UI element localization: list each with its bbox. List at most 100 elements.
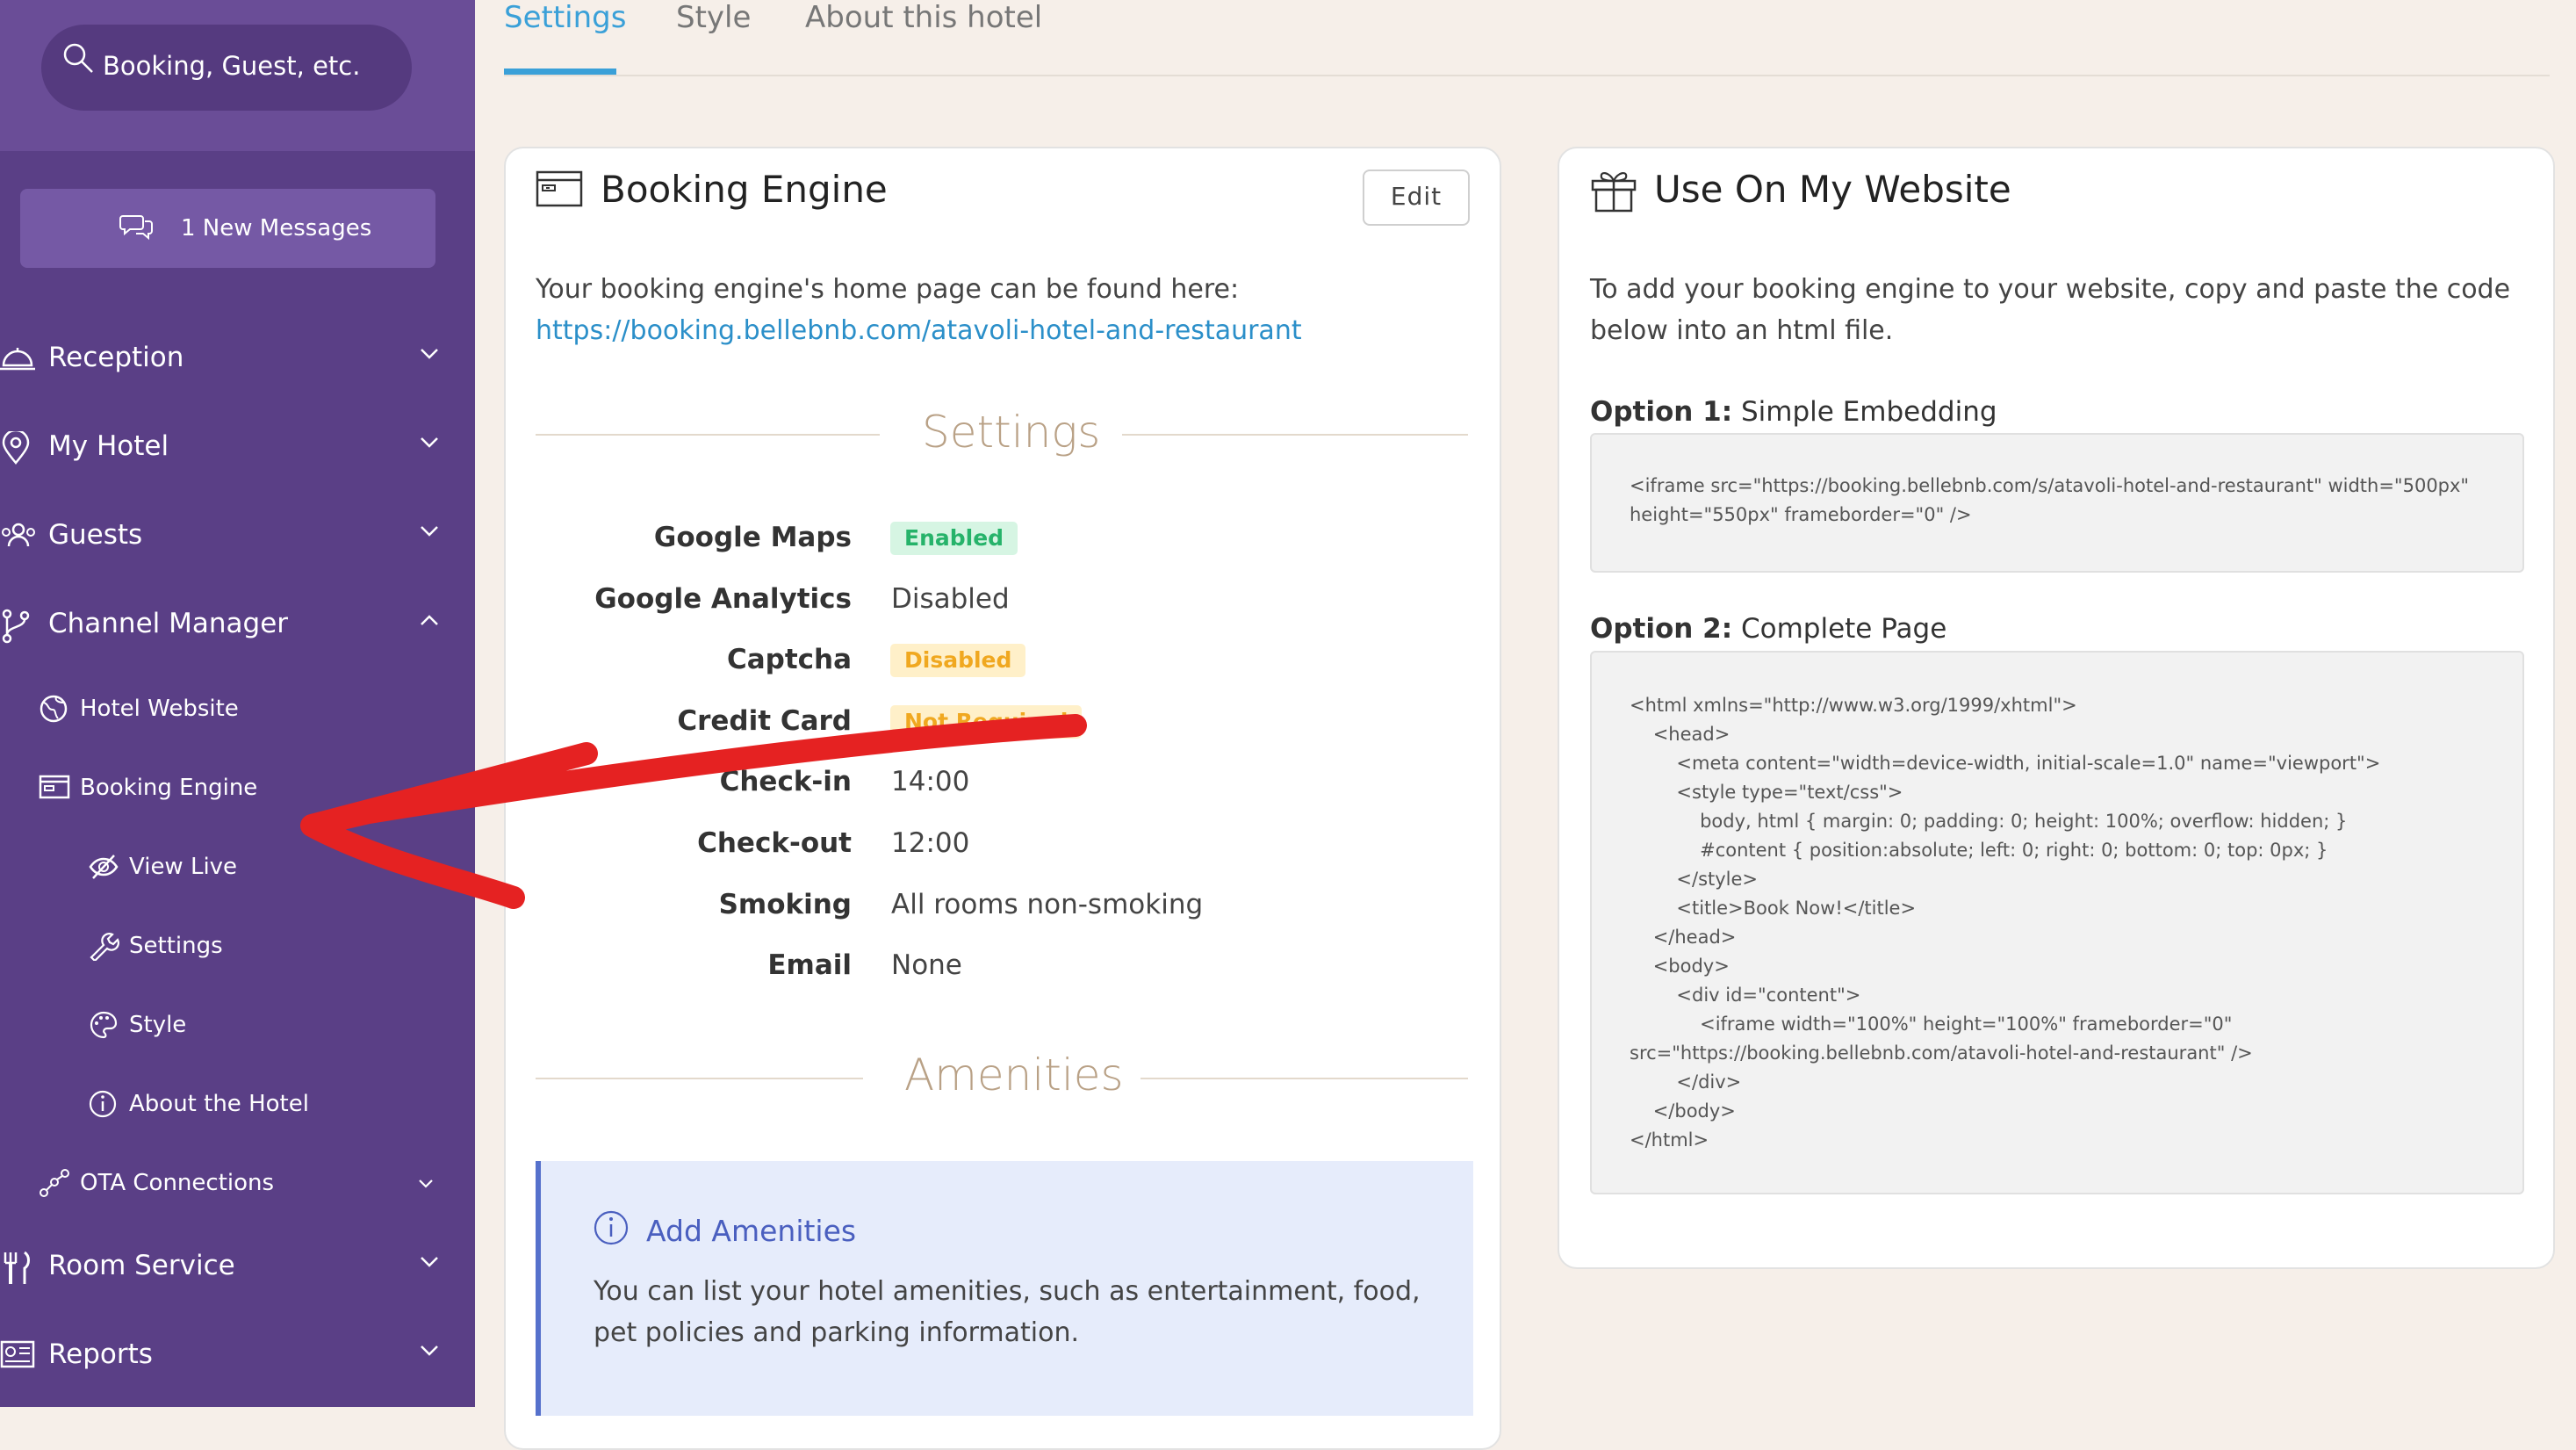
sidebar-item-ota-connections-label: OTA Connections bbox=[80, 1170, 275, 1196]
map-pin-icon bbox=[0, 431, 35, 465]
nav-my-hotel[interactable]: My Hotel bbox=[0, 416, 448, 478]
globe-icon bbox=[39, 694, 68, 724]
setting-value-check-out: 12:00 bbox=[891, 827, 970, 859]
settings-heading: Settings bbox=[922, 407, 1101, 458]
chevron-down-icon bbox=[420, 436, 439, 449]
status-badge-credit-card: Not Required bbox=[890, 705, 1083, 739]
search-placeholder: Booking, Guest, etc. bbox=[103, 51, 361, 81]
setting-value-google-analytics: Disabled bbox=[891, 583, 1010, 615]
divider bbox=[536, 434, 880, 436]
nav-channel-manager[interactable]: Channel Manager bbox=[0, 594, 448, 655]
new-messages-button[interactable]: 1 New Messages bbox=[20, 189, 435, 268]
booking-engine-icon bbox=[39, 773, 70, 801]
nav-reception[interactable]: Reception bbox=[0, 328, 448, 389]
bell-icon bbox=[0, 343, 35, 374]
divider bbox=[1140, 1078, 1468, 1079]
nav-room-service-label: Room Service bbox=[48, 1250, 235, 1281]
nav-reports-label: Reports bbox=[48, 1338, 153, 1370]
tab-divider bbox=[504, 75, 2550, 76]
setting-label-email: Email bbox=[767, 949, 852, 981]
nav-guests[interactable]: Guests bbox=[0, 505, 448, 566]
setting-value-email: None bbox=[891, 949, 962, 981]
option-1-prefix: Option 1: bbox=[1590, 396, 1733, 428]
status-badge-google-maps: Enabled bbox=[890, 522, 1018, 555]
nav-channel-manager-label: Channel Manager bbox=[48, 608, 289, 639]
nav-room-service[interactable]: Room Service bbox=[0, 1236, 448, 1297]
status-badge-captcha: Disabled bbox=[890, 644, 1026, 677]
setting-label-captcha: Captcha bbox=[726, 644, 852, 675]
sidebar-item-style-label: Style bbox=[129, 1012, 187, 1038]
setting-label-google-analytics: Google Analytics bbox=[594, 583, 852, 615]
info-icon bbox=[88, 1089, 118, 1119]
network-icon bbox=[39, 1168, 70, 1198]
chevron-down-icon bbox=[420, 1256, 439, 1268]
search-icon bbox=[61, 40, 96, 76]
add-amenities-body: You can list your hotel amenities, such … bbox=[594, 1276, 1421, 1348]
eye-slash-icon bbox=[88, 852, 119, 882]
chevron-up-icon bbox=[420, 614, 439, 626]
chevron-down-icon bbox=[418, 1179, 434, 1189]
chevron-down-icon bbox=[420, 525, 439, 537]
tab-about-this-hotel[interactable]: About this hotel bbox=[805, 0, 1042, 35]
setting-label-check-out: Check-out bbox=[697, 827, 852, 859]
branch-icon bbox=[0, 609, 35, 644]
tab-settings[interactable]: Settings bbox=[504, 0, 626, 35]
info-icon bbox=[593, 1209, 630, 1246]
booking-engine-title: Booking Engine bbox=[601, 168, 888, 211]
active-tab-indicator bbox=[504, 69, 616, 75]
sidebar-item-settings-label: Settings bbox=[129, 933, 223, 959]
chevron-down-icon bbox=[420, 1345, 439, 1357]
sidebar-item-view-live[interactable]: View Live bbox=[88, 841, 509, 894]
option-2-label: Option 2: Complete Page bbox=[1590, 613, 1946, 645]
option-2-prefix: Option 2: bbox=[1590, 613, 1733, 645]
sidebar-item-hotel-website-label: Hotel Website bbox=[80, 696, 239, 722]
sidebar-header: Booking, Guest, etc. bbox=[0, 0, 475, 151]
setting-label-credit-card: Credit Card bbox=[677, 705, 852, 737]
option-2-code: <html xmlns="http://www.w3.org/1999/xhtm… bbox=[1630, 695, 2381, 1151]
add-amenities-title: Add Amenities bbox=[646, 1214, 857, 1248]
divider bbox=[1122, 434, 1468, 436]
setting-label-check-in: Check-in bbox=[719, 766, 852, 797]
report-icon bbox=[0, 1339, 35, 1371]
option-1-code-box[interactable]: <iframe src="https://booking.bellebnb.co… bbox=[1590, 433, 2524, 573]
option-2-name: Complete Page bbox=[1740, 613, 1947, 645]
sidebar-item-about-hotel[interactable]: About the Hotel bbox=[88, 1078, 509, 1131]
setting-label-google-maps: Google Maps bbox=[653, 522, 852, 553]
gift-icon bbox=[1589, 165, 1638, 214]
nav-guests-label: Guests bbox=[48, 519, 143, 551]
setting-label-smoking: Smoking bbox=[718, 889, 852, 920]
edit-button[interactable]: Edit bbox=[1363, 170, 1470, 226]
option-1-label: Option 1: Simple Embedding bbox=[1590, 396, 1997, 428]
chat-icon bbox=[119, 211, 155, 242]
sidebar-item-hotel-website[interactable]: Hotel Website bbox=[39, 683, 460, 736]
booking-engine-intro: Your booking engine's home page can be f… bbox=[536, 274, 1240, 305]
sidebar-item-ota-connections[interactable]: OTA Connections bbox=[39, 1158, 460, 1210]
option-2-code-box[interactable]: <html xmlns="http://www.w3.org/1999/xhtm… bbox=[1590, 651, 2524, 1194]
nav-reports[interactable]: Reports bbox=[0, 1324, 448, 1386]
setting-value-check-in: 14:00 bbox=[891, 766, 970, 797]
option-1-name: Simple Embedding bbox=[1740, 396, 1997, 428]
use-on-website-title: Use On My Website bbox=[1654, 168, 2011, 211]
option-1-code: <iframe src="https://booking.bellebnb.co… bbox=[1630, 475, 2470, 525]
nav-reception-label: Reception bbox=[48, 342, 184, 373]
sidebar-item-about-hotel-label: About the Hotel bbox=[129, 1091, 309, 1117]
add-amenities-alert: Add Amenities You can list your hotel am… bbox=[536, 1161, 1473, 1416]
sidebar-item-booking-engine-label: Booking Engine bbox=[80, 775, 258, 801]
sidebar-item-style[interactable]: Style bbox=[88, 999, 509, 1052]
sidebar: Booking, Guest, etc. 1 New Messages Rece… bbox=[0, 0, 475, 1407]
sidebar-item-view-live-label: View Live bbox=[129, 854, 238, 880]
sidebar-item-settings[interactable]: Settings bbox=[88, 920, 509, 973]
new-messages-label: 1 New Messages bbox=[181, 215, 372, 242]
divider bbox=[536, 1078, 863, 1079]
tab-style[interactable]: Style bbox=[676, 0, 751, 35]
wrench-icon bbox=[88, 931, 119, 961]
amenities-heading: Amenities bbox=[904, 1050, 1124, 1100]
booking-engine-icon bbox=[536, 170, 583, 208]
palette-icon bbox=[88, 1010, 119, 1040]
utensils-icon bbox=[0, 1251, 35, 1286]
nav-my-hotel-label: My Hotel bbox=[48, 430, 169, 462]
search-input[interactable]: Booking, Guest, etc. bbox=[41, 25, 412, 111]
booking-engine-url-link[interactable]: https://booking.bellebnb.com/atavoli-hot… bbox=[536, 315, 1302, 346]
sidebar-item-booking-engine[interactable]: Booking Engine bbox=[39, 762, 460, 815]
use-on-website-intro: To add your booking engine to your websi… bbox=[1590, 274, 2511, 346]
